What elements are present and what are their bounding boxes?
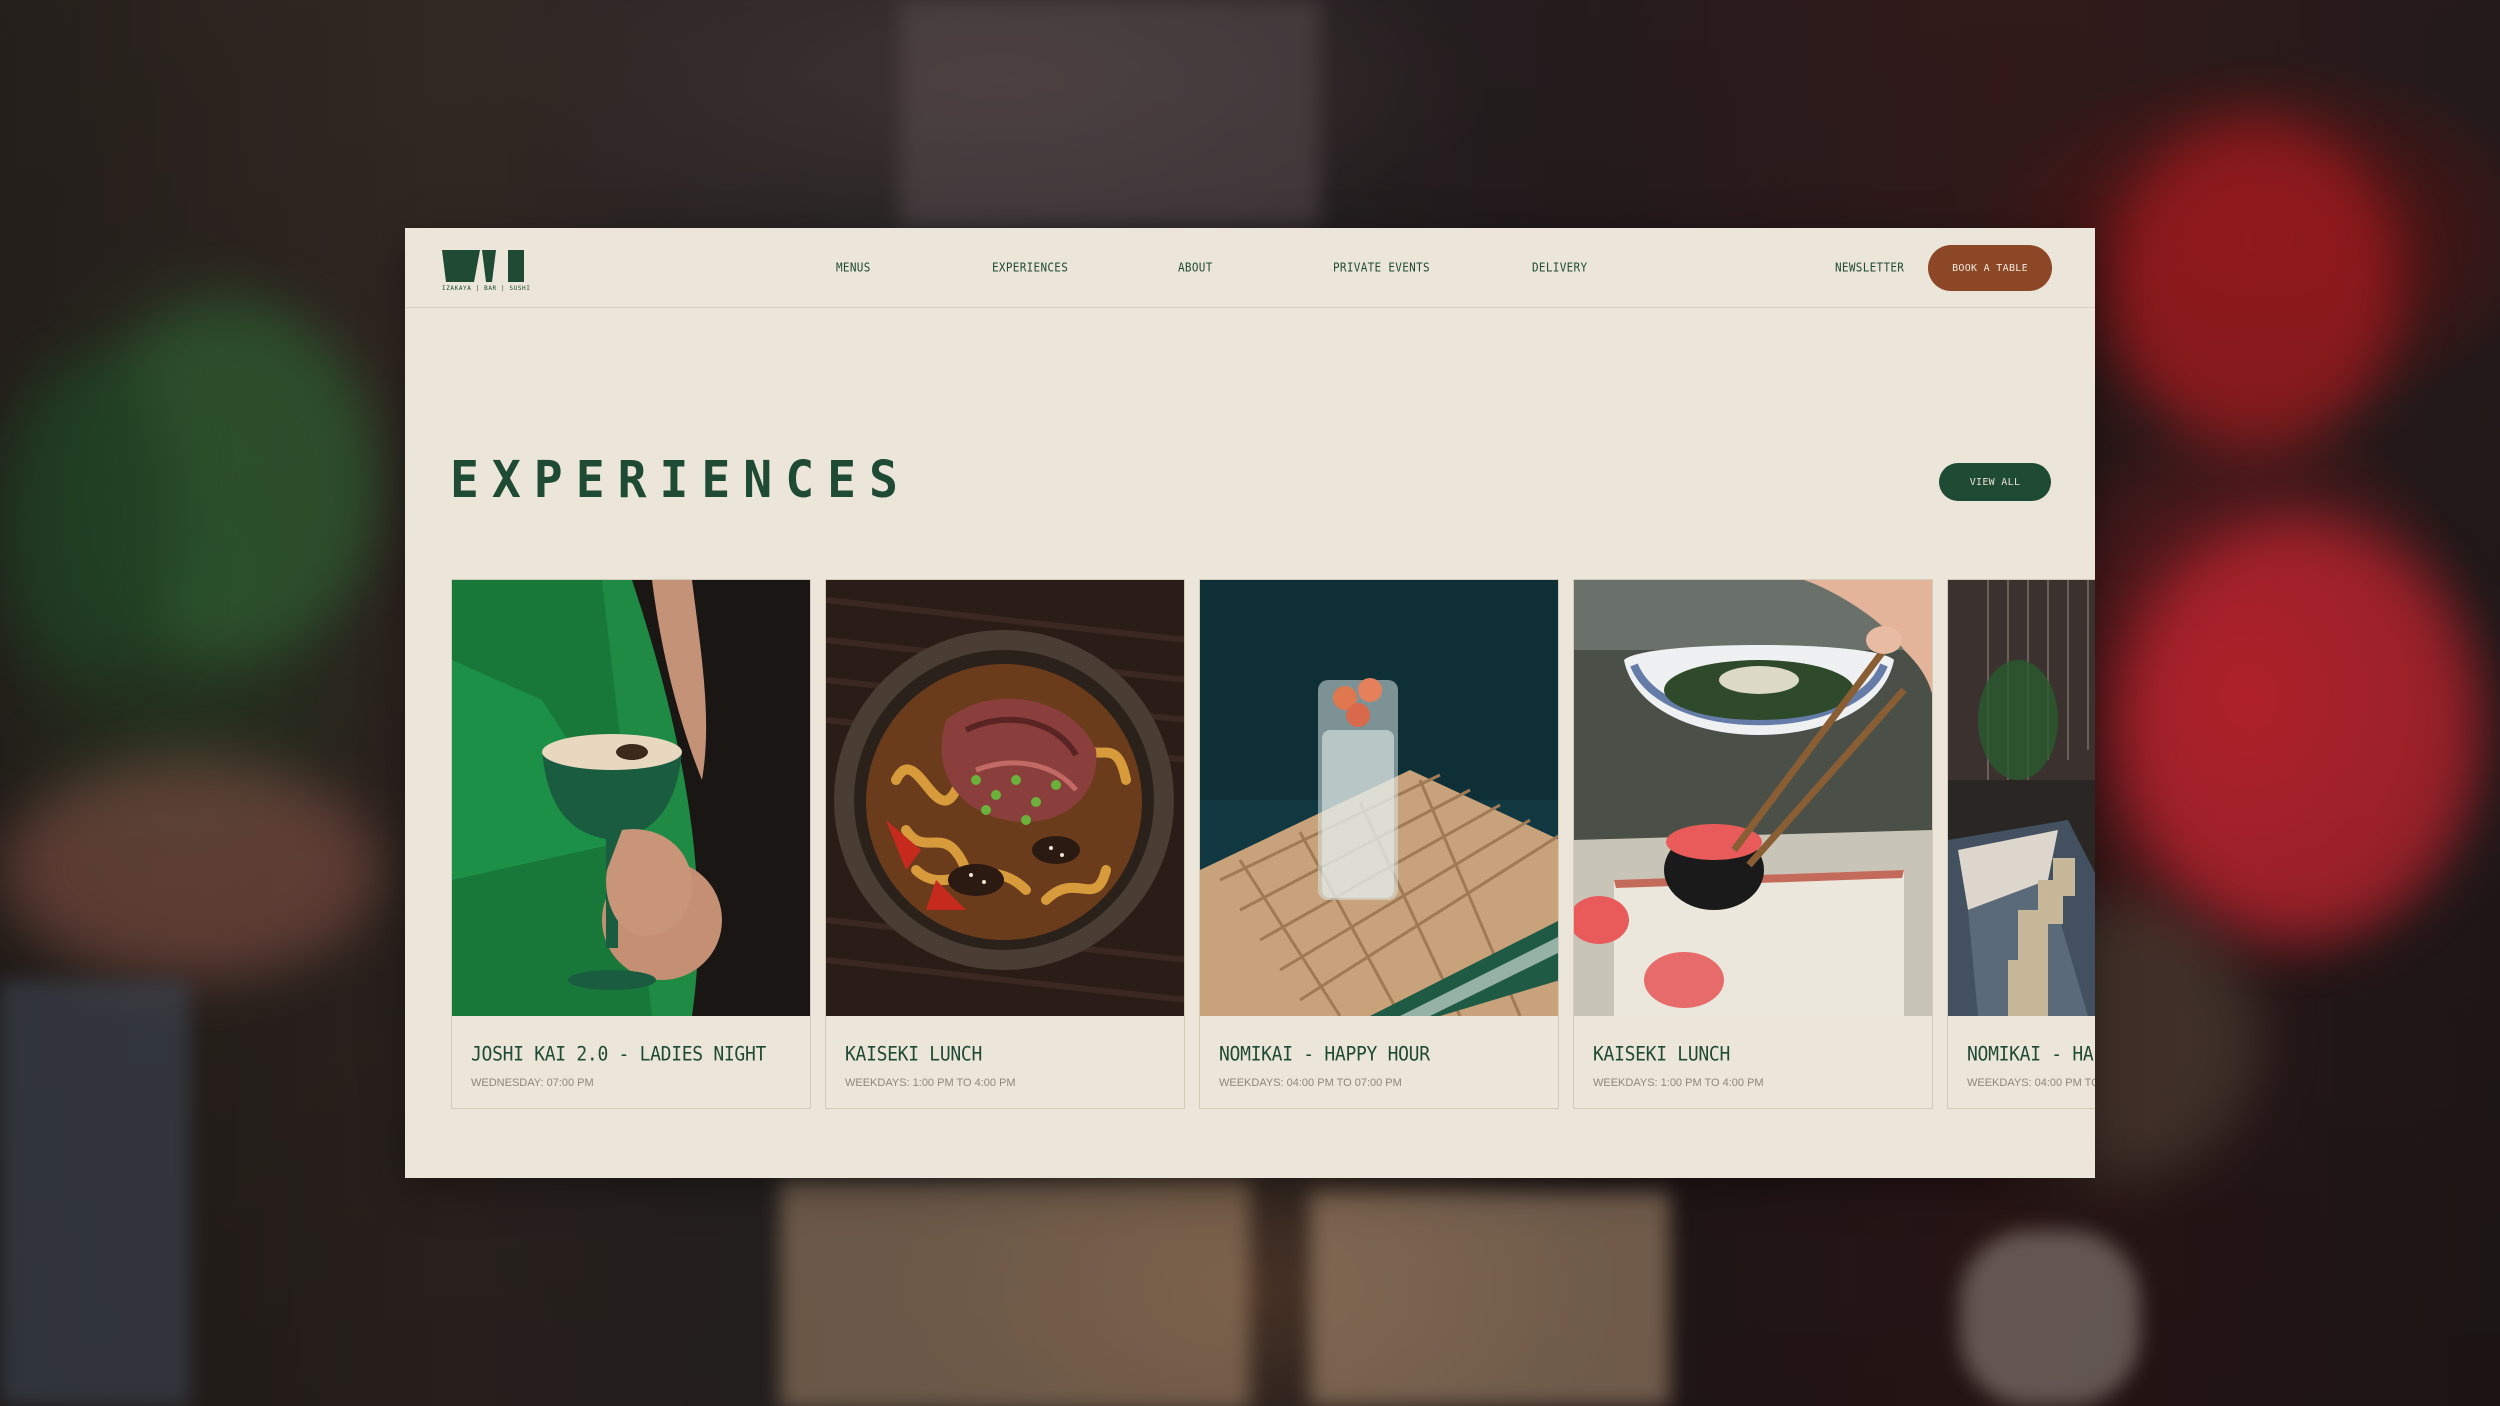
- newsletter-link[interactable]: NEWSLETTER: [1835, 260, 1904, 275]
- card-schedule: WEEKDAYS: 04:00 PM TO 07:00 PM: [1967, 1077, 2095, 1089]
- book-a-table-button[interactable]: BOOK A TABLE: [1928, 245, 2052, 291]
- card-schedule: WEDNESDAY: 07:00 PM: [471, 1077, 594, 1089]
- logo-tagline: IZAKAYA | BAR | SUSHI: [442, 285, 531, 292]
- card-title: KAISEKI LUNCH: [845, 1042, 982, 1067]
- card-title: JOSHI KAI 2.0 - LADIES NIGHT: [471, 1042, 767, 1067]
- experience-card[interactable]: NOMIKAI - HAPPY HOUR WEEKDAYS: 04:00 PM …: [1199, 579, 1559, 1109]
- restaurant-dining-room-photo: [1948, 580, 2095, 1016]
- experience-card[interactable]: JOSHI KAI 2.0 - LADIES NIGHT WEDNESDAY: …: [451, 579, 811, 1109]
- beef-udon-bowl-photo: [826, 580, 1184, 1016]
- card-schedule: WEEKDAYS: 1:00 PM TO 4:00 PM: [1593, 1077, 1764, 1089]
- experience-card[interactable]: KAISEKI LUNCH WEEKDAYS: 1:00 PM TO 4:00 …: [825, 579, 1185, 1109]
- nav-item-about[interactable]: ABOUT: [1178, 260, 1213, 275]
- card-title: NOMIKAI - HAPPY HOUR: [1967, 1042, 2095, 1067]
- site-logo[interactable]: IZAKAYA | BAR | SUSHI: [442, 248, 531, 296]
- section-title: EXPERIENCES: [450, 450, 911, 510]
- cocktail-glass-photo: [452, 580, 810, 1016]
- highball-drink-photo: [1200, 580, 1558, 1016]
- sushi-chopsticks-photo: [1574, 580, 1932, 1016]
- site-header: IZAKAYA | BAR | SUSHI MENUS EXPERIENCES …: [405, 228, 2095, 308]
- website-window: IZAKAYA | BAR | SUSHI MENUS EXPERIENCES …: [405, 228, 2095, 1178]
- experience-card[interactable]: KAISEKI LUNCH WEEKDAYS: 1:00 PM TO 4:00 …: [1573, 579, 1933, 1109]
- card-title: NOMIKAI - HAPPY HOUR: [1219, 1042, 1430, 1067]
- card-title: KAISEKI LUNCH: [1593, 1042, 1730, 1067]
- card-schedule: WEEKDAYS: 04:00 PM TO 07:00 PM: [1219, 1077, 1402, 1089]
- nav-item-menus[interactable]: MENUS: [836, 260, 871, 275]
- nav-item-experiences[interactable]: EXPERIENCES: [992, 260, 1068, 275]
- experiences-carousel[interactable]: JOSHI KAI 2.0 - LADIES NIGHT WEDNESDAY: …: [451, 579, 2095, 1109]
- nav-item-delivery[interactable]: DELIVERY: [1532, 260, 1587, 275]
- experience-card[interactable]: NOMIKAI - HAPPY HOUR WEEKDAYS: 04:00 PM …: [1947, 579, 2095, 1109]
- view-all-button[interactable]: VIEW ALL: [1939, 463, 2051, 501]
- logo-mark-icon: [442, 250, 524, 282]
- card-schedule: WEEKDAYS: 1:00 PM TO 4:00 PM: [845, 1077, 1016, 1089]
- nav-item-private-events[interactable]: PRIVATE EVENTS: [1333, 260, 1430, 275]
